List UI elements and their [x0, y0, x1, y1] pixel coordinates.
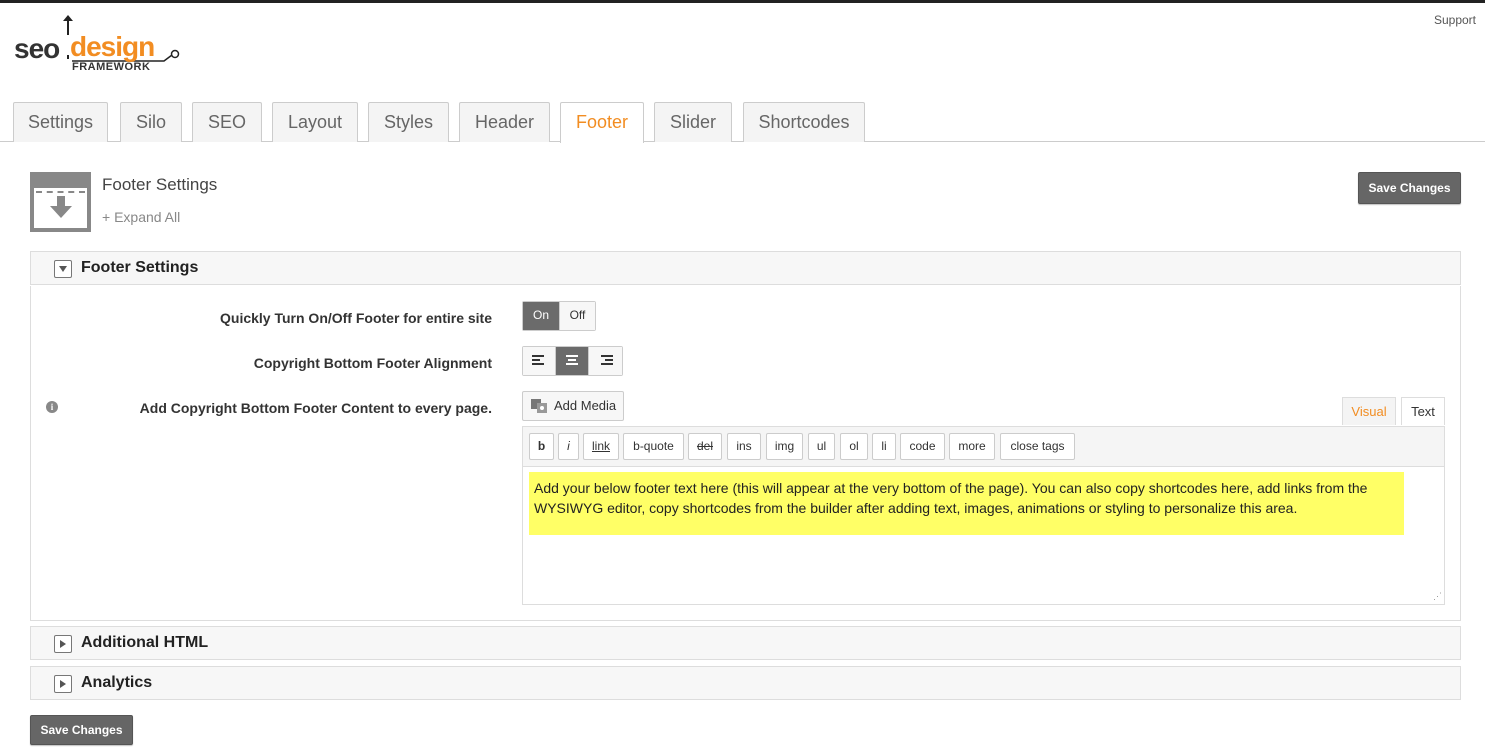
- logo-framework-text: FRAMEWORK: [72, 61, 151, 73]
- qt-img-button[interactable]: img: [766, 433, 803, 460]
- qt-close-tags-button[interactable]: close tags: [1000, 433, 1075, 460]
- page-title: Footer Settings: [102, 175, 218, 194]
- tab-header[interactable]: Header: [459, 102, 550, 142]
- save-changes-button-top[interactable]: Save Changes: [1358, 172, 1461, 204]
- save-changes-button-bottom[interactable]: Save Changes: [30, 715, 133, 745]
- qt-ins-button[interactable]: ins: [727, 433, 761, 460]
- toggle-off-button[interactable]: Off: [560, 302, 595, 330]
- expand-all-link[interactable]: + Expand All: [102, 209, 180, 225]
- tab-styles[interactable]: Styles: [368, 102, 449, 142]
- logo: seo design FRAMEWORK: [14, 15, 184, 77]
- tab-seo[interactable]: SEO: [192, 102, 262, 142]
- tab-shortcodes[interactable]: Shortcodes: [743, 102, 865, 142]
- editor-tab-text[interactable]: Text: [1401, 397, 1445, 425]
- editor-textarea[interactable]: Add your below footer text here (this wi…: [529, 472, 1404, 535]
- align-center-icon[interactable]: [556, 347, 589, 375]
- qt-ul-button[interactable]: ul: [808, 433, 835, 460]
- alignment-label: Copyright Bottom Footer Alignment: [253, 355, 492, 371]
- qt-italic-button[interactable]: i: [558, 433, 579, 460]
- tab-footer[interactable]: Footer: [560, 102, 644, 143]
- tab-layout[interactable]: Layout: [272, 102, 358, 142]
- qt-code-button[interactable]: code: [900, 433, 945, 460]
- tab-slider[interactable]: Slider: [654, 102, 732, 142]
- add-media-button[interactable]: Add Media: [522, 391, 624, 421]
- footer-toggle-label: Quickly Turn On/Off Footer for entire si…: [220, 310, 492, 326]
- panel-additional-html-header[interactable]: Additional HTML: [30, 626, 1461, 660]
- panel-footer-settings-header[interactable]: Footer Settings: [30, 251, 1461, 285]
- panel-title: Footer Settings: [81, 259, 199, 276]
- logo-seo-text: seo: [14, 33, 60, 64]
- qt-bold-button[interactable]: b: [529, 433, 554, 460]
- expand-icon: [54, 675, 72, 693]
- main-tabs: Settings Silo SEO Layout Styles Header F…: [0, 100, 1485, 143]
- align-left-icon[interactable]: [523, 347, 556, 375]
- qt-more-button[interactable]: more: [949, 433, 995, 460]
- logo-design-text: design: [70, 31, 155, 62]
- panel-title: Analytics: [81, 674, 153, 691]
- content-label: Add Copyright Bottom Footer Content to e…: [139, 400, 492, 416]
- add-media-label: Add Media: [554, 398, 617, 413]
- footer-on-off-toggle: On Off: [522, 301, 596, 331]
- footer-content-editor: b i link b-quote del ins img ul ol li co…: [522, 426, 1445, 605]
- qt-ol-button[interactable]: ol: [840, 433, 868, 460]
- align-right-icon[interactable]: [589, 347, 622, 375]
- alignment-group: [522, 346, 623, 376]
- panel-title: Additional HTML: [81, 634, 209, 651]
- tab-silo[interactable]: Silo: [120, 102, 182, 142]
- panel-analytics-header[interactable]: Analytics: [30, 666, 1461, 700]
- resize-handle-icon[interactable]: ⋰: [1433, 591, 1442, 602]
- info-icon[interactable]: i: [46, 401, 58, 413]
- qt-bquote-button[interactable]: b-quote: [623, 433, 684, 460]
- collapse-icon: [54, 260, 72, 278]
- quicktags-toolbar: b i link b-quote del ins img ul ol li co…: [523, 427, 1444, 467]
- support-link[interactable]: Support: [1434, 13, 1476, 27]
- editor-tab-visual[interactable]: Visual: [1342, 397, 1396, 425]
- footer-page-icon: [30, 172, 91, 232]
- tab-settings[interactable]: Settings: [13, 102, 108, 142]
- qt-link-button[interactable]: link: [583, 433, 619, 460]
- qt-del-button[interactable]: del: [688, 433, 722, 460]
- media-icon: [531, 399, 547, 413]
- expand-icon: [54, 635, 72, 653]
- toggle-on-button[interactable]: On: [523, 302, 560, 330]
- qt-li-button[interactable]: li: [872, 433, 896, 460]
